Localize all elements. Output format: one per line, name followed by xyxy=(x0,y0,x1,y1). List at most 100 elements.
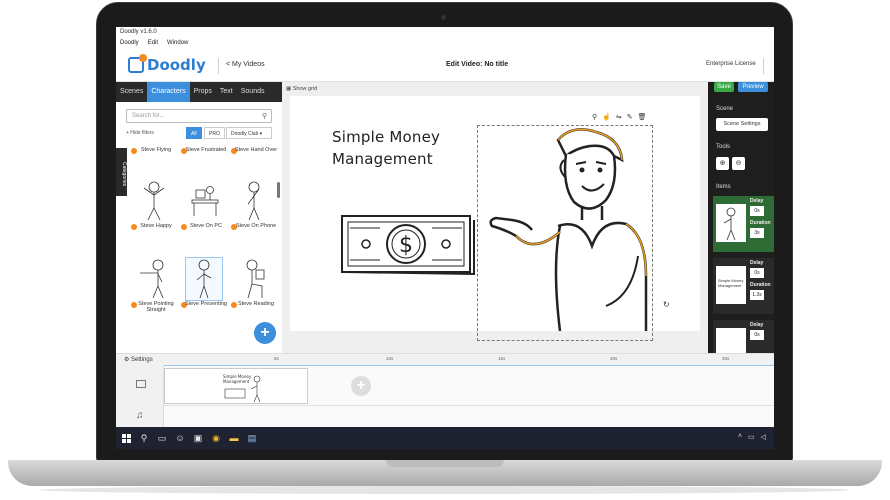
scene-thumb-title-2: Management xyxy=(223,379,250,384)
grid-scrollbar[interactable] xyxy=(277,182,280,198)
system-tray: ˄ ▭ ◁ xyxy=(738,433,766,441)
scene-thumbnail[interactable]: Simple Money Management xyxy=(164,368,308,404)
menu-window[interactable]: Window xyxy=(167,40,188,47)
categories-tab[interactable]: Categories xyxy=(116,148,127,196)
zoom-out-icon[interactable]: ⊖ xyxy=(732,157,745,170)
character-card-selected[interactable]: Steve Presenting xyxy=(180,257,228,322)
doodly-logo-icon xyxy=(128,54,147,73)
save-button[interactable]: Save xyxy=(714,82,734,92)
trash-icon[interactable]: 🗑 xyxy=(638,113,647,121)
tray-display-icon[interactable]: ▭ xyxy=(748,433,755,441)
selection-toolbar: ⚲ ☝ ⇋ ✎ 🗑 xyxy=(592,113,647,121)
character-card[interactable]: Steve On Phone xyxy=(230,180,278,244)
flip-icon[interactable]: ⇋ xyxy=(616,113,622,121)
ruler-label: 5s xyxy=(274,356,279,361)
item-thumb-text-line-2: Management xyxy=(718,283,742,288)
image-track-icon xyxy=(136,380,146,388)
license-label: Enterprise License xyxy=(706,61,756,67)
preview-button[interactable]: Preview xyxy=(738,82,768,92)
menu-doodly[interactable]: Doodly xyxy=(120,40,139,47)
character-label: Steve Hand Over xyxy=(234,147,278,153)
item-thumb-character xyxy=(716,204,746,242)
edit-icon[interactable]: ✎ xyxy=(627,113,633,121)
filter-pro-button[interactable]: PRO xyxy=(204,127,225,139)
windows-start-icon[interactable] xyxy=(122,433,131,443)
tab-sounds[interactable]: Sounds xyxy=(237,82,269,102)
add-asset-button[interactable]: + xyxy=(254,322,276,344)
window-titlebar: Doodly v1.6.0 xyxy=(116,27,774,38)
doodly-logo[interactable]: Doodly xyxy=(128,54,206,74)
audio-track[interactable] xyxy=(164,406,774,428)
character-label: Steve Flying xyxy=(140,147,172,153)
folder-icon[interactable]: ▬ xyxy=(229,433,239,443)
rotate-handle-icon[interactable]: ↻ xyxy=(663,300,670,309)
location-pin-icon[interactable]: ⚲ xyxy=(262,112,267,120)
dollar-bill-image[interactable]: $ xyxy=(340,214,478,278)
character-label: Steve On PC xyxy=(189,223,223,229)
menu-edit[interactable]: Edit xyxy=(148,40,158,47)
character-card[interactable]: Steve Frustrated xyxy=(180,140,228,168)
search-icon[interactable]: ⚲ xyxy=(139,433,149,443)
character-card[interactable]: Steve Flying xyxy=(130,140,178,168)
tab-props[interactable]: Props xyxy=(190,82,216,102)
tab-characters[interactable]: Characters xyxy=(147,82,190,102)
my-videos-link[interactable]: < My Videos xyxy=(226,61,265,68)
windows-taskbar: ⚲ ▭ ☺ ▣ ◉ ▬ ▤ ˄ ▭ ◁ xyxy=(116,427,774,449)
delay-input[interactable]: 0s xyxy=(750,268,764,278)
scene-settings-button[interactable]: Scene Settings xyxy=(716,118,768,131)
video-title: Edit Video: No title xyxy=(446,61,509,68)
header-divider xyxy=(218,58,219,74)
doodly-taskbar-icon[interactable]: ▤ xyxy=(247,433,257,443)
duration-input[interactable]: 1.3s xyxy=(750,290,764,300)
character-presenting-image[interactable] xyxy=(486,126,656,331)
character-happy-thumb xyxy=(143,181,165,221)
app-screen: Doodly v1.6.0 Doodly Edit Window Doodly … xyxy=(116,27,774,449)
add-scene-button[interactable]: + xyxy=(351,376,371,396)
store-icon[interactable]: ▣ xyxy=(193,433,203,443)
search-placeholder: Search for... xyxy=(132,113,165,119)
character-card[interactable]: Steve Reading xyxy=(230,258,278,322)
character-card[interactable]: Steve Hand Over xyxy=(230,140,278,168)
laptop-notch xyxy=(386,460,504,467)
track-icons: ♫ xyxy=(116,366,164,428)
tab-text[interactable]: Text xyxy=(216,82,237,102)
pin-icon[interactable]: ⚲ xyxy=(592,113,597,121)
canvas-text-element[interactable]: Simple Money Management xyxy=(332,126,440,170)
character-label: Steve On Phone xyxy=(235,223,277,229)
duration-input[interactable]: 3s xyxy=(750,228,764,238)
tab-scenes[interactable]: Scenes xyxy=(116,82,147,102)
show-grid-toggle[interactable]: ▦ Show grid xyxy=(286,86,317,92)
search-input[interactable]: Search for... ⚲ xyxy=(126,109,272,123)
tray-chevron-icon[interactable]: ˄ xyxy=(738,433,742,441)
character-card[interactable]: Steve On PC xyxy=(180,180,228,244)
tray-volume-icon[interactable]: ◁ xyxy=(761,433,766,441)
character-reading-thumb xyxy=(246,259,265,299)
timeline-settings-button[interactable]: ⚙ Settings xyxy=(116,354,166,365)
timeline-ruler[interactable]: 5s 10s 15s 20s 25s xyxy=(164,356,774,366)
filter-all-button[interactable]: All xyxy=(186,127,202,139)
delay-label: Delay xyxy=(750,198,764,204)
character-label: Steve Happy xyxy=(140,223,172,229)
filter-club-dropdown[interactable]: Doodly Club ▾ xyxy=(226,127,272,139)
scene-canvas[interactable]: Simple Money Management $ ⚲ ☝ ⇋ ✎ � xyxy=(290,96,700,341)
character-on-pc-thumb xyxy=(191,186,219,216)
character-card[interactable]: Steve Happy xyxy=(130,180,178,244)
hide-filters-link[interactable]: + Hide filters xyxy=(126,130,154,136)
hand-icon[interactable]: ☝ xyxy=(602,113,611,121)
people-icon[interactable]: ☺ xyxy=(175,433,185,443)
item-card-text[interactable]: Simple Money Management Delay 0s Duratio… xyxy=(713,258,774,314)
character-presenting-thumb xyxy=(185,257,223,301)
ruler-label: 25s xyxy=(722,356,730,361)
character-card[interactable]: Steve Pointing Straight xyxy=(130,258,178,322)
scene-section-label: Scene xyxy=(716,106,734,112)
canvas-title-line-1: Simple Money xyxy=(332,128,441,146)
task-view-icon[interactable]: ▭ xyxy=(157,433,167,443)
chrome-icon[interactable]: ◉ xyxy=(211,433,221,443)
delay-input[interactable]: 0s xyxy=(750,206,764,216)
item-card-character[interactable]: Delay 0s Duration 3s xyxy=(713,196,774,252)
timeline-settings-label: Settings xyxy=(131,357,153,363)
duration-label: Duration xyxy=(750,220,771,226)
delay-input[interactable]: 0s xyxy=(750,330,764,340)
zoom-in-icon[interactable]: ⊕ xyxy=(716,157,729,170)
app-header: Doodly < My Videos Edit Video: No title … xyxy=(116,49,774,82)
